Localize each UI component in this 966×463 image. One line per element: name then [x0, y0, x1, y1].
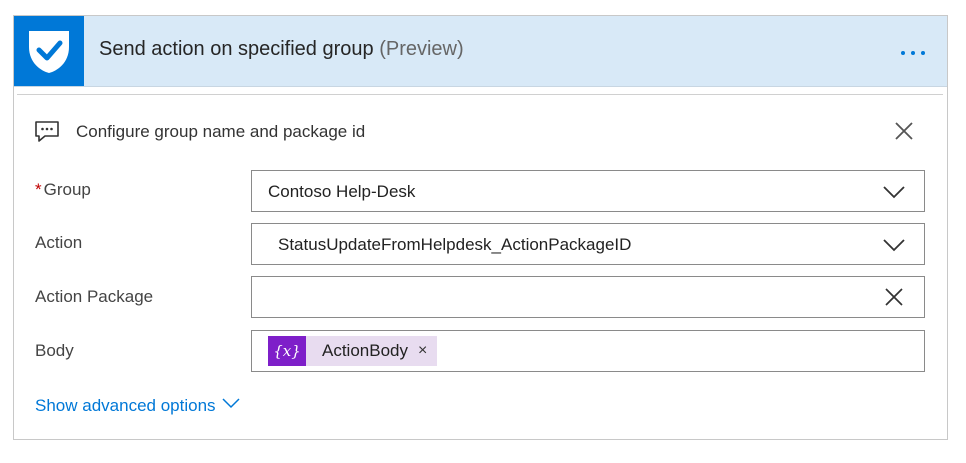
clear-icon[interactable]	[884, 287, 904, 307]
group-label-text: Group	[43, 180, 91, 199]
action-dropdown[interactable]: StatusUpdateFromHelpdesk_ActionPackageID	[251, 223, 925, 265]
action-label: Action	[35, 233, 83, 252]
checkmark-shield-icon	[29, 31, 69, 73]
action-package-label: Action Package	[35, 287, 154, 306]
action-value: StatusUpdateFromHelpdesk_ActionPackageID	[278, 235, 632, 254]
ellipsis-icon	[901, 51, 905, 55]
action-package-input[interactable]	[251, 276, 925, 318]
comment-icon	[35, 121, 59, 142]
body-label: Body	[35, 341, 74, 360]
chevron-down-icon	[222, 398, 240, 409]
group-value: Contoso Help-Desk	[268, 182, 416, 201]
card-header[interactable]: Send action on specified group (Preview)	[14, 16, 947, 87]
close-button[interactable]	[892, 119, 916, 143]
advanced-label: Show advanced options	[35, 396, 216, 415]
action-card: Send action on specified group (Preview)…	[13, 15, 948, 440]
required-marker: *	[35, 180, 42, 199]
dynamic-content-token[interactable]: {x} ActionBody ×	[268, 336, 438, 366]
ellipsis-dot	[911, 51, 915, 55]
card-title-text: Send action on specified group	[99, 38, 374, 60]
divider	[17, 94, 943, 95]
card-title-preview: (Preview)	[379, 38, 464, 60]
connector-logo	[14, 16, 84, 86]
body-input[interactable]: {x} ActionBody ×	[251, 330, 925, 372]
group-label: * Group	[35, 180, 91, 200]
chevron-down-icon	[883, 186, 905, 199]
token-remove-button[interactable]: ×	[418, 342, 427, 360]
close-icon	[895, 122, 913, 140]
more-options-button[interactable]	[893, 40, 933, 60]
chevron-down-icon	[883, 239, 905, 252]
variable-icon: {x}	[268, 336, 306, 366]
config-label: Configure group name and package id	[76, 122, 366, 141]
show-advanced-options-link[interactable]: Show advanced options	[35, 396, 240, 416]
ellipsis-dot	[921, 51, 925, 55]
token-label: ActionBody	[322, 341, 408, 360]
card-title: Send action on specified group (Preview)	[99, 38, 464, 61]
group-dropdown[interactable]: Contoso Help-Desk	[251, 170, 925, 212]
